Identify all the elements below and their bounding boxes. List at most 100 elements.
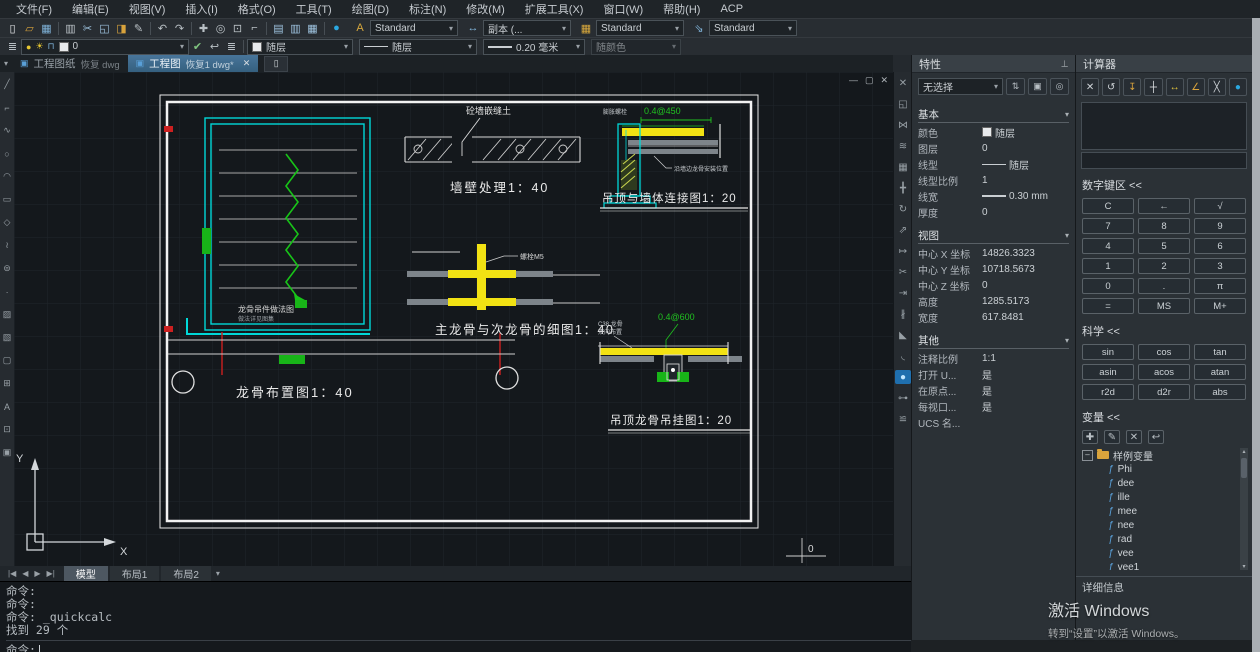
property-value[interactable]: 10718.5673 (982, 264, 1069, 275)
numpad-key-C[interactable]: C (1082, 198, 1134, 214)
property-value[interactable]: 是 (982, 367, 1069, 382)
numpad-key-√[interactable]: √ (1194, 198, 1246, 214)
command-line-panel[interactable]: 命令:命令:命令: _quickcalc找到 29 个 命令: (0, 581, 911, 652)
numpad-key-π[interactable]: π (1194, 278, 1246, 294)
polyline-tool-icon[interactable]: ∿ (1, 124, 14, 137)
layout-menu-icon[interactable]: ▾ (213, 569, 223, 578)
property-value[interactable]: 1 (982, 175, 1069, 186)
make-layer-current-icon[interactable]: ✔ (189, 39, 206, 54)
drawing-canvas[interactable]: 龙骨吊件做法图 做法详见图集 龙骨布置图1：40 (14, 72, 893, 566)
drawing-area[interactable]: — ▢ ✕ (14, 72, 893, 566)
erase-tool-icon[interactable]: ✕ (895, 76, 911, 90)
tool-palettes-icon[interactable]: ▦ (304, 21, 321, 36)
open-file-icon[interactable]: ▱ (21, 21, 38, 36)
scrollbar-thumb[interactable] (1241, 458, 1247, 478)
sci-key-asin[interactable]: asin (1082, 364, 1134, 380)
variables-folder-row[interactable]: –样例变量 (1082, 448, 1248, 462)
layer-lock-icon[interactable]: ⊓ (48, 41, 55, 52)
property-value[interactable]: 是 (982, 399, 1069, 414)
zoom-previous-icon[interactable]: ⌐ (246, 21, 263, 36)
layer-on-icon[interactable]: ● (26, 42, 31, 52)
distance-between-points-icon[interactable]: ↔ (1166, 78, 1184, 96)
numpad-key-0[interactable]: 0 (1082, 278, 1134, 294)
menu-item-4[interactable]: 格式(O) (228, 0, 286, 18)
variable-item-vee1[interactable]: ƒvee1 (1082, 560, 1248, 570)
layer-freeze-icon[interactable]: ☀ (35, 41, 43, 52)
trim-tool-icon[interactable]: ✂ (895, 265, 911, 279)
construction-line-tool-icon[interactable]: ⌐ (1, 101, 14, 114)
autohide-pin-icon[interactable]: ⊣ (1059, 60, 1070, 68)
calculator-input-box[interactable] (1081, 152, 1247, 169)
numpad-key-M+[interactable]: M+ (1194, 298, 1246, 314)
property-value[interactable]: 0.30 mm (982, 191, 1069, 202)
menu-item-9[interactable]: 扩展工具(X) (515, 0, 594, 18)
scroll-down-icon[interactable]: ▾ (1240, 563, 1248, 570)
extend-tool-icon[interactable]: ⇥ (895, 286, 911, 300)
restore-icon[interactable]: ▢ (865, 75, 874, 86)
variable-item-ille[interactable]: ƒille (1082, 490, 1248, 504)
menu-item-5[interactable]: 工具(T) (286, 0, 342, 18)
get-coordinates-icon[interactable]: ┼ (1144, 78, 1162, 96)
details-label[interactable]: 详细信息 (1076, 576, 1252, 598)
intersection-of-lines-icon[interactable]: ╳ (1208, 78, 1226, 96)
clear-icon[interactable]: ✕ (1081, 78, 1099, 96)
new-drawing-button[interactable]: ▯ (264, 56, 288, 72)
selection-select[interactable]: 无选择 ▾ (918, 78, 1003, 95)
layout-tab-2[interactable]: 布局2 (161, 566, 211, 581)
properties-palette-icon[interactable]: ▤ (270, 21, 287, 36)
sci-key-abs[interactable]: abs (1194, 384, 1246, 400)
layer-manager-icon[interactable]: ≣ (4, 39, 21, 54)
property-section-2[interactable]: 其他▾ (918, 333, 1069, 349)
variables-scrollbar[interactable]: ▴ ▾ (1240, 448, 1248, 570)
hatch-tool-icon[interactable]: ▨ (1, 308, 14, 321)
edit-variable[interactable]: ✎ (1104, 430, 1120, 444)
variable-item-mee[interactable]: ƒmee (1082, 504, 1248, 518)
copy-clip-icon[interactable]: ◱ (96, 21, 113, 36)
sci-key-acos[interactable]: acos (1138, 364, 1190, 380)
zoom-realtime-icon[interactable]: ◎ (212, 21, 229, 36)
cut-icon[interactable]: ✂ (79, 21, 96, 36)
scroll-up-icon[interactable]: ▴ (1240, 448, 1248, 455)
stretch-tool-icon[interactable]: ↦ (895, 244, 911, 258)
paste-clip-icon[interactable]: ◨ (113, 21, 130, 36)
redo-icon[interactable]: ↷ (171, 21, 188, 36)
menu-item-6[interactable]: 绘图(D) (342, 0, 399, 18)
break-tool-icon[interactable]: ∦ (895, 307, 911, 321)
color-select[interactable]: 随层 ▾ (247, 39, 353, 55)
scientific-section-label[interactable]: 科学 << (1076, 317, 1252, 341)
menu-item-12[interactable]: ACP (710, 0, 753, 18)
numpad-key-=[interactable]: = (1082, 298, 1134, 314)
close-tab-icon[interactable]: ✕ (243, 58, 251, 69)
make-block-tool-icon[interactable]: ▣ (1, 446, 14, 459)
numpad-key-9[interactable]: 9 (1194, 218, 1246, 234)
variable-item-rad[interactable]: ƒrad (1082, 532, 1248, 546)
align-tool-icon[interactable]: ≌ (895, 412, 911, 426)
numpad-key-8[interactable]: 8 (1138, 218, 1190, 234)
join-tool-icon[interactable]: ⊶ (895, 391, 911, 405)
property-section-1[interactable]: 视图▾ (918, 228, 1069, 244)
menu-item-11[interactable]: 帮助(H) (653, 0, 710, 18)
gradient-tool-icon[interactable]: ▧ (1, 331, 14, 344)
last-layout-icon[interactable]: ▶| (44, 569, 58, 578)
property-value[interactable]: 0 (982, 207, 1069, 218)
document-tab-0[interactable]: ▣工程图纸恢复 dwg (12, 55, 128, 72)
help-icon[interactable]: ● (1229, 78, 1247, 96)
pan-icon[interactable]: ✚ (195, 21, 212, 36)
zoom-window-icon[interactable]: ⊡ (229, 21, 246, 36)
return-variable-icon[interactable]: ↩ (1148, 430, 1164, 444)
circle-tool-icon[interactable]: ○ (1, 147, 14, 160)
spline-tool-icon[interactable]: ≀ (1, 239, 14, 252)
variable-item-nee[interactable]: ƒnee (1082, 518, 1248, 532)
quickcalc-toggle-tool-icon[interactable]: ● (895, 370, 911, 384)
ellipse-tool-icon[interactable]: ⊜ (1, 262, 14, 275)
sci-key-cos[interactable]: cos (1138, 344, 1190, 360)
toggle-pickadd-button[interactable]: ⇅ (1006, 78, 1025, 95)
insert-block-tool-icon[interactable]: ⊡ (1, 423, 14, 436)
variable-item-vee[interactable]: ƒvee (1082, 546, 1248, 560)
line-tool-icon[interactable]: ╱ (1, 78, 14, 91)
numpad-key-4[interactable]: 4 (1082, 238, 1134, 254)
mleader-style-select[interactable]: Standard▾ (709, 20, 797, 36)
sci-key-d2r[interactable]: d2r (1138, 384, 1190, 400)
sci-key-r2d[interactable]: r2d (1082, 384, 1134, 400)
fillet-tool-icon[interactable]: ◟ (895, 349, 911, 363)
